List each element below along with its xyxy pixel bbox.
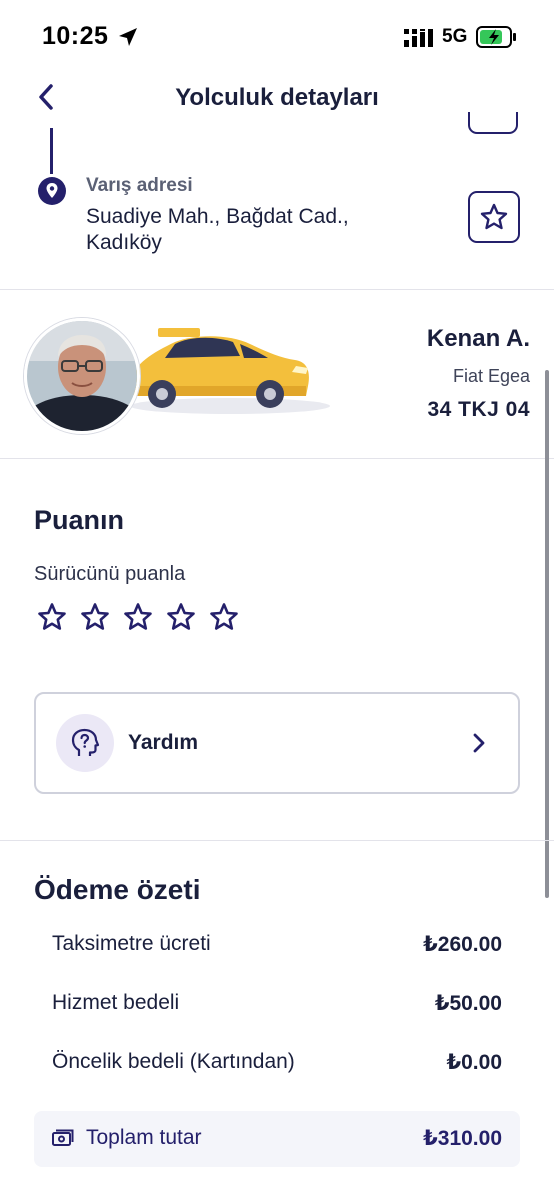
- location-arrow-icon: [119, 28, 137, 46]
- fee-amount-taximeter: ₺260.00: [423, 933, 502, 956]
- license-plate: 34 TKJ 04: [427, 398, 530, 421]
- fee-label-service: Hizmet bedeli: [52, 991, 180, 1014]
- fee-label-taximeter: Taksimetre ücreti: [52, 932, 211, 955]
- help-label: Yardım: [128, 731, 199, 754]
- status-time: 10:25: [42, 22, 109, 50]
- network-type: 5G: [442, 26, 468, 47]
- driver-photo: [27, 321, 137, 431]
- fee-amount-service: ₺50.00: [434, 992, 502, 1015]
- payment-summary-title: Ödeme özeti: [34, 874, 201, 905]
- money-icon: [52, 1129, 74, 1146]
- rating-subtitle: Sürücünü puanla: [34, 563, 186, 585]
- destination-pin-icon: [38, 177, 66, 205]
- favorite-destination-button[interactable]: [468, 191, 520, 243]
- driver-avatar: [24, 318, 140, 434]
- battery-charging-icon: [476, 26, 516, 48]
- head-question-icon: [71, 728, 100, 756]
- divider: [0, 289, 554, 290]
- scrollbar[interactable]: [545, 370, 549, 898]
- rating-title: Puanın: [34, 505, 125, 535]
- car-model: Fiat Egea: [452, 366, 530, 386]
- route-line: [50, 128, 53, 174]
- divider: [0, 840, 554, 841]
- driver-name: Kenan A.: [426, 325, 530, 352]
- star-outline-icon: [480, 203, 508, 230]
- rating-star-1[interactable]: [37, 602, 67, 632]
- favorite-button-pickup-partial[interactable]: [468, 112, 518, 134]
- signal-icon: [404, 29, 433, 47]
- fee-label-priority: Öncelik bedeli (Kartından): [52, 1050, 295, 1073]
- help-icon-circle: [56, 714, 114, 772]
- fee-amount-priority: ₺0.00: [446, 1051, 502, 1074]
- total-label: Toplam tutar: [86, 1126, 202, 1149]
- rating-star-2[interactable]: [80, 602, 110, 632]
- destination-label: Varış adresi: [86, 175, 193, 196]
- rating-star-3[interactable]: [123, 602, 153, 632]
- divider: [0, 458, 554, 459]
- rating-star-5[interactable]: [209, 602, 239, 632]
- destination-address: Suadiye Mah., Bağdat Cad., Kadıköy: [86, 205, 349, 254]
- page-title: Yolculuk detayları: [175, 84, 379, 111]
- taxi-car-illustration: [130, 328, 330, 414]
- chevron-right-icon: [473, 733, 485, 753]
- rating-star-4[interactable]: [166, 602, 196, 632]
- total-amount: ₺310.00: [423, 1127, 502, 1150]
